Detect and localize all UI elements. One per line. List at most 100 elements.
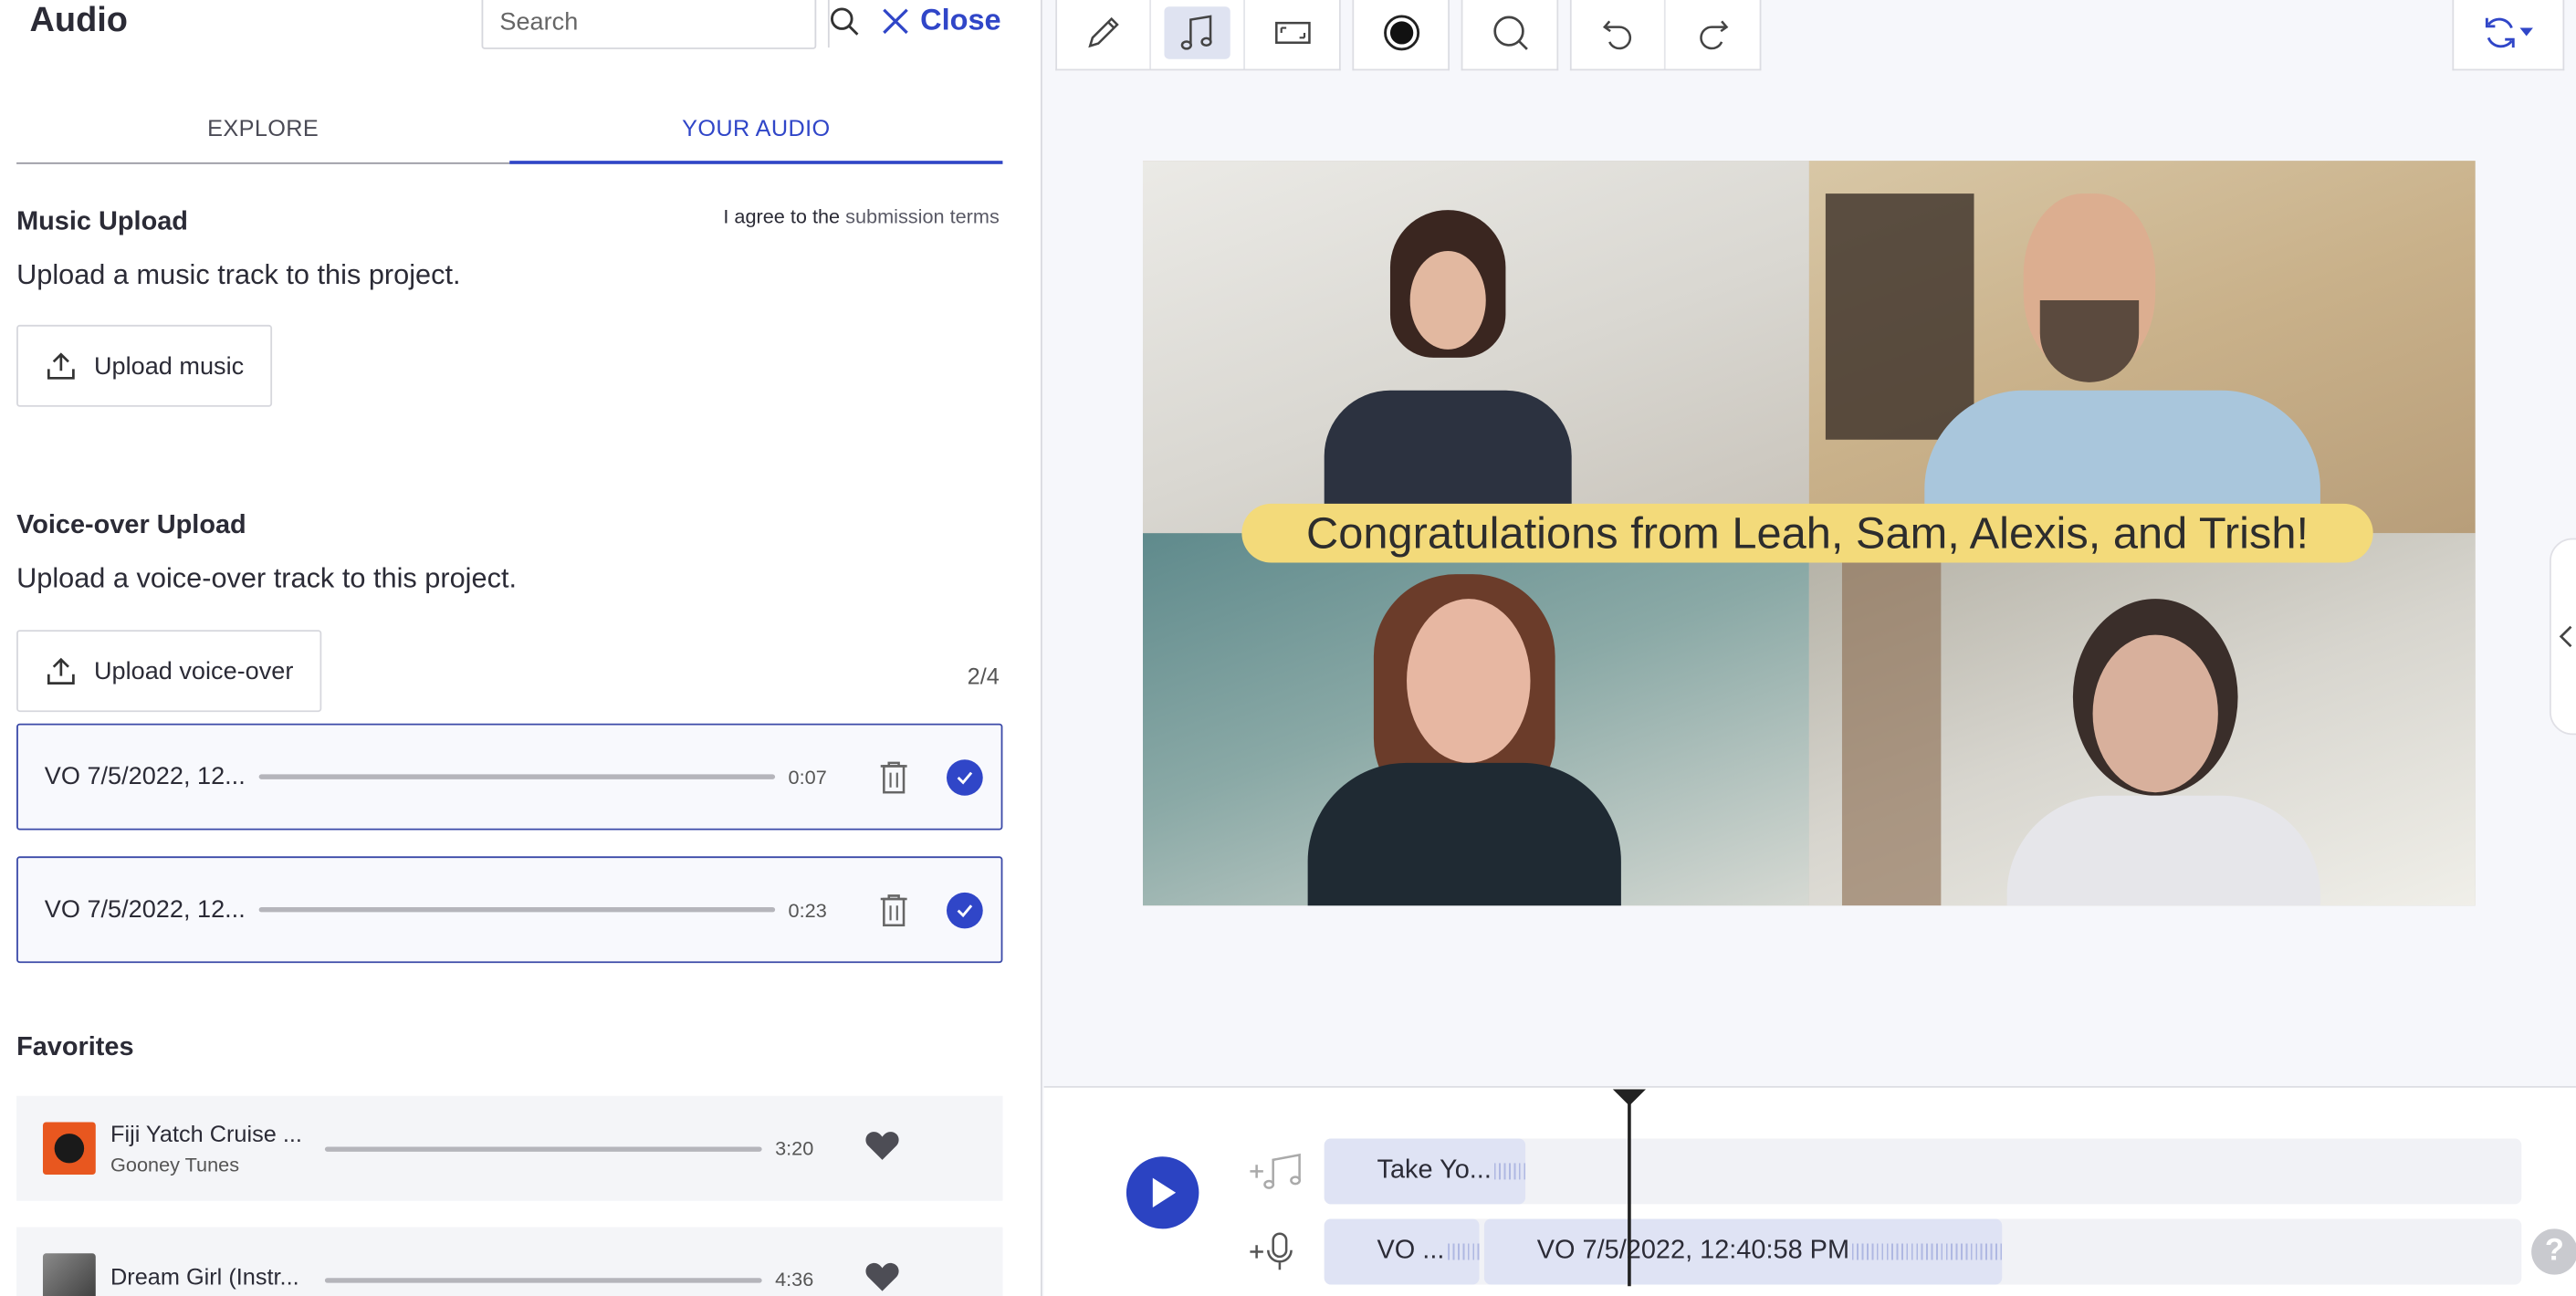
panel-title: Audio	[29, 1, 128, 40]
tab-your-audio[interactable]: YOUR AUDIO	[509, 92, 1003, 164]
play-icon	[1152, 1177, 1177, 1207]
voiceover-duration: 0:07	[788, 765, 827, 789]
sync-toolbar	[2452, 0, 2565, 71]
help-button[interactable]: ?	[2531, 1228, 2576, 1275]
voiceover-upload-description: Upload a voice-over track to this projec…	[16, 562, 518, 594]
waveform	[1852, 1243, 2003, 1260]
video-preview[interactable]: Congratulations from Leah, Sam, Alexis, …	[1142, 161, 2476, 906]
upload-music-label: Upload music	[93, 351, 245, 381]
audio-panel: Audio Close EXPLORE YOUR AUDIO Music Upl…	[0, 0, 1042, 1296]
voiceover-duration: 0:23	[788, 898, 827, 922]
check-icon	[957, 770, 973, 784]
refresh-icon	[2485, 17, 2515, 48]
voiceover-clip[interactable]: VO ...	[1324, 1218, 1480, 1285]
trash-icon	[880, 894, 907, 926]
redo-icon	[1699, 20, 1728, 50]
record-toolbar	[1352, 0, 1450, 71]
waveform	[1494, 1163, 1526, 1180]
progress-track[interactable]	[324, 1277, 762, 1282]
check-icon	[957, 904, 973, 917]
record-button[interactable]	[1354, 0, 1448, 68]
caption-banner[interactable]: Congratulations from Leah, Sam, Alexis, …	[1241, 503, 2373, 563]
undo-button[interactable]	[1572, 0, 1666, 69]
favorite-title: Fiji Yatch Cruise ...	[110, 1120, 302, 1147]
pencil-icon	[1088, 16, 1119, 48]
voiceover-item[interactable]: VO 7/5/2022, 12... 0:23	[16, 856, 1003, 964]
selected-checkbox[interactable]	[946, 891, 983, 928]
search-toolbar	[1461, 0, 1559, 71]
favorite-duration: 4:36	[775, 1268, 814, 1291]
submission-terms-text: I agree to the submission terms	[723, 205, 999, 228]
favorite-item[interactable]: Dream Girl (Instr... 4:36	[16, 1227, 1003, 1296]
voiceover-name: VO 7/5/2022, 12...	[44, 762, 246, 791]
history-toolbar	[1569, 0, 1762, 71]
close-button[interactable]: Close	[881, 4, 1001, 38]
refresh-dropdown-button[interactable]	[2454, 0, 2562, 68]
chevron-left-icon	[2559, 625, 2572, 648]
album-thumbnail	[42, 1122, 96, 1176]
playhead[interactable]	[1612, 1089, 1646, 1287]
favorite-button[interactable]	[864, 1259, 901, 1296]
favorite-item[interactable]: Fiji Yatch Cruise ... Gooney Tunes 3:20	[16, 1095, 1003, 1201]
upload-music-button[interactable]: Upload music	[16, 324, 272, 407]
search-icon	[830, 7, 859, 36]
pencil-button[interactable]	[1057, 0, 1152, 69]
voiceover-clip-label: VO ...	[1377, 1237, 1445, 1265]
search-button[interactable]	[827, 0, 859, 48]
close-icon	[883, 7, 908, 34]
search-icon	[1492, 16, 1527, 50]
music-clip-label: Take Yo...	[1377, 1156, 1492, 1185]
album-thumbnail	[42, 1253, 96, 1296]
audio-tabs: EXPLORE YOUR AUDIO	[16, 92, 1003, 164]
waveform	[1448, 1243, 1480, 1260]
favorite-duration: 3:20	[775, 1136, 814, 1160]
music-note-icon	[1180, 15, 1212, 50]
preview-search-button[interactable]	[1462, 0, 1556, 68]
play-button[interactable]	[1126, 1156, 1199, 1229]
delete-button[interactable]	[874, 892, 913, 928]
timeline: Take Yo... VO ... VO 7/5/2022, 12:40:58 …	[1043, 1085, 2576, 1296]
aspect-ratio-icon	[1274, 21, 1310, 44]
voiceover-lane[interactable]: VO ... VO 7/5/2022, 12:40:58 PM	[1324, 1218, 2522, 1285]
redo-button[interactable]	[1666, 0, 1760, 68]
aspect-ratio-button[interactable]	[1245, 0, 1339, 68]
heart-icon	[865, 1261, 899, 1291]
upload-voiceover-button[interactable]: Upload voice-over	[16, 630, 322, 713]
add-music-icon	[1250, 1153, 1302, 1189]
voiceover-clip[interactable]: VO 7/5/2022, 12:40:58 PM	[1483, 1218, 2003, 1285]
upload-icon	[47, 352, 75, 380]
selected-checkbox[interactable]	[946, 758, 983, 795]
favorite-artist: Gooney Tunes	[110, 1153, 240, 1176]
search-input[interactable]	[483, 0, 828, 48]
music-upload-title: Music Upload	[16, 208, 188, 236]
voiceover-item[interactable]: VO 7/5/2022, 12... 0:07	[16, 723, 1003, 831]
progress-track[interactable]	[324, 1145, 762, 1151]
favorite-button[interactable]	[864, 1128, 901, 1169]
participant-video-leah	[1142, 161, 1809, 555]
music-clip[interactable]: Take Yo...	[1324, 1138, 1526, 1205]
progress-track[interactable]	[258, 774, 776, 779]
add-music-button[interactable]	[1249, 1150, 1304, 1201]
add-microphone-icon	[1250, 1232, 1293, 1270]
upload-voiceover-label: Upload voice-over	[93, 656, 294, 685]
participant-video-alexis	[1142, 533, 1809, 906]
music-upload-description: Upload a music track to this project.	[16, 259, 461, 291]
music-lane[interactable]: Take Yo...	[1324, 1138, 2522, 1205]
voiceover-clip-label: VO 7/5/2022, 12:40:58 PM	[1536, 1237, 1850, 1265]
upload-icon	[47, 657, 75, 685]
tab-explore[interactable]: EXPLORE	[16, 92, 509, 162]
add-voiceover-button[interactable]	[1249, 1230, 1298, 1281]
submission-terms-link[interactable]: submission terms	[845, 205, 1000, 228]
music-button[interactable]	[1151, 0, 1245, 69]
trash-icon	[880, 760, 907, 793]
search-box	[481, 0, 859, 49]
delete-button[interactable]	[874, 758, 913, 795]
collapse-panel-handle[interactable]	[2550, 538, 2576, 736]
close-label: Close	[920, 3, 1001, 37]
agree-prefix: I agree to the	[723, 204, 841, 228]
participant-video-sam	[1808, 161, 2476, 555]
progress-track[interactable]	[258, 907, 776, 913]
record-icon	[1383, 15, 1419, 51]
undo-icon	[1602, 20, 1632, 50]
chevron-down-icon	[2519, 27, 2533, 37]
